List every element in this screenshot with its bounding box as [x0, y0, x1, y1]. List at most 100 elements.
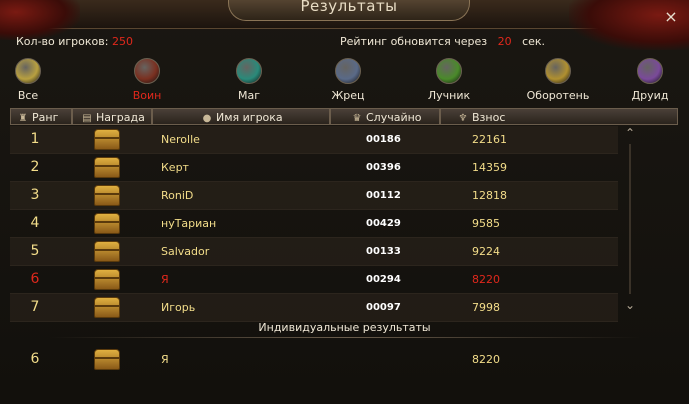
- column-player-label: Имя игрока: [216, 111, 283, 124]
- werewolf-icon: [545, 58, 571, 84]
- row-random: 00396: [366, 162, 401, 173]
- players-count-label: Кол-во игроков:: [16, 35, 109, 48]
- individual-row: 6 Я 8220: [10, 346, 618, 373]
- class-filter-bar: Все Воин Маг Жрец Лучник Оборотень Друид: [0, 58, 689, 104]
- class-filter-archer[interactable]: Лучник: [414, 58, 484, 102]
- priest-icon: [335, 58, 361, 84]
- class-filter-priest[interactable]: Жрец: [313, 58, 383, 102]
- class-filter-label: Жрец: [331, 89, 365, 102]
- trophy-icon: ♆: [458, 113, 468, 124]
- row-rank: 6: [30, 271, 40, 287]
- row-contribution: 9224: [472, 245, 500, 258]
- table-row[interactable]: 4 нуТариан 00429 9585: [10, 210, 618, 238]
- row-player-name: нуТариан: [161, 217, 217, 230]
- info-line: Кол-во игроков: 250 Рейтинг обновится че…: [0, 30, 689, 52]
- close-icon[interactable]: ×: [663, 9, 679, 25]
- random-icon: ♛: [352, 113, 362, 124]
- table-row[interactable]: 2 Керт 00396 14359: [10, 154, 618, 182]
- row-random: 00429: [366, 218, 401, 229]
- row-player-name: RoniD: [161, 189, 194, 202]
- row-player-name: Я: [161, 273, 169, 286]
- scroll-up-icon[interactable]: ⌃: [622, 126, 638, 142]
- table-row[interactable]: 1 Nerolle 00186 22161: [10, 126, 618, 154]
- scroll-track[interactable]: [629, 144, 631, 294]
- class-filter-warrior[interactable]: Воин: [112, 58, 182, 102]
- row-player-name: Salvador: [161, 245, 210, 258]
- class-filter-label: Все: [17, 89, 39, 102]
- column-contribution-label: Взнос: [472, 111, 506, 124]
- row-contribution: 12818: [472, 189, 507, 202]
- row-rank: 2: [30, 159, 40, 175]
- class-filter-label: Маг: [237, 89, 260, 102]
- row-player-name: Nerolle: [161, 133, 200, 146]
- class-filter-label: Лучник: [427, 89, 471, 102]
- seconds-label: сек.: [522, 35, 546, 48]
- results-window: Результаты × Кол-во игроков: 250 Рейтинг…: [0, 0, 689, 404]
- column-random[interactable]: ♛ Случайно: [330, 108, 440, 125]
- reward-chest-icon[interactable]: [94, 297, 122, 319]
- rating-refresh-label: Рейтинг обновится через: [340, 35, 488, 48]
- row-player-name: Игорь: [161, 301, 196, 314]
- column-rank[interactable]: ♜ Ранг: [10, 108, 72, 125]
- row-contribution: 9585: [472, 217, 500, 230]
- divider: [50, 337, 640, 338]
- reward-icon: ▤: [82, 113, 92, 124]
- row-player-name: Керт: [161, 161, 189, 174]
- row-rank: 5: [30, 243, 40, 259]
- ranking-scrollbar[interactable]: ⌃ ⌄: [622, 126, 638, 314]
- row-contribution: 8220: [472, 273, 500, 286]
- players-count-info: Кол-во игроков: 250: [16, 35, 133, 48]
- class-filter-mage[interactable]: Маг: [214, 58, 284, 102]
- archer-icon: [436, 58, 462, 84]
- class-filter-all[interactable]: Все: [0, 58, 63, 102]
- reward-chest-icon[interactable]: [94, 185, 122, 207]
- reward-chest-icon[interactable]: [94, 241, 122, 263]
- column-player[interactable]: ● Имя игрока: [152, 108, 330, 125]
- class-filter-label: Друид: [631, 89, 669, 102]
- individual-results-title: Индивидуальные результаты: [258, 321, 431, 334]
- column-rank-label: Ранг: [32, 111, 59, 124]
- rating-refresh-info: Рейтинг обновится через 20 сек.: [340, 35, 545, 48]
- row-contribution: 14359: [472, 161, 507, 174]
- ranking-list: 1 Nerolle 00186 22161 2 Керт 00396 14359…: [10, 126, 618, 322]
- table-header: ♜ Ранг ▤ Награда ● Имя игрока ♛ Случайно ♆ Вз…: [10, 108, 678, 125]
- table-row[interactable]: 3 RoniD 00112 12818: [10, 182, 618, 210]
- row-random: 00112: [366, 190, 401, 201]
- column-contribution[interactable]: ♆ Взнос: [440, 108, 678, 125]
- window-title: Результаты: [228, 0, 470, 21]
- row-random: 00097: [366, 302, 401, 313]
- reward-chest-icon[interactable]: [94, 269, 122, 291]
- individual-results: 6 Я 8220: [10, 346, 618, 373]
- scroll-down-icon[interactable]: ⌄: [622, 298, 638, 314]
- class-filter-druid[interactable]: Друид: [615, 58, 685, 102]
- individual-player-name: Я: [161, 353, 169, 366]
- class-filter-label: Оборотень: [526, 89, 590, 102]
- players-count-value: 250: [111, 35, 133, 48]
- mage-icon: [236, 58, 262, 84]
- reward-chest-icon[interactable]: [94, 129, 122, 151]
- rating-refresh-seconds: 20: [497, 35, 512, 48]
- row-rank: 1: [30, 131, 40, 147]
- column-reward-label: Награда: [96, 111, 145, 124]
- reward-chest-icon[interactable]: [94, 349, 122, 371]
- row-random: 00133: [366, 246, 401, 257]
- reward-chest-icon[interactable]: [94, 157, 122, 179]
- table-row-self[interactable]: 6 Я 00294 8220: [10, 266, 618, 294]
- all-classes-icon: [15, 58, 41, 84]
- reward-chest-icon[interactable]: [94, 213, 122, 235]
- individual-contribution: 8220: [472, 353, 500, 366]
- row-random: 00186: [366, 134, 401, 145]
- column-reward[interactable]: ▤ Награда: [72, 108, 152, 125]
- class-filter-werewolf[interactable]: Оборотень: [523, 58, 593, 102]
- row-contribution: 7998: [472, 301, 500, 314]
- table-row[interactable]: 5 Salvador 00133 9224: [10, 238, 618, 266]
- row-rank: 3: [30, 187, 40, 203]
- row-rank: 7: [30, 299, 40, 315]
- druid-icon: [637, 58, 663, 84]
- row-rank: 4: [30, 215, 40, 231]
- table-row[interactable]: 7 Игорь 00097 7998: [10, 294, 618, 322]
- player-icon: ●: [202, 113, 212, 124]
- rank-icon: ♜: [18, 113, 28, 124]
- individual-rank: 6: [30, 351, 40, 367]
- class-filter-label: Воин: [132, 89, 162, 102]
